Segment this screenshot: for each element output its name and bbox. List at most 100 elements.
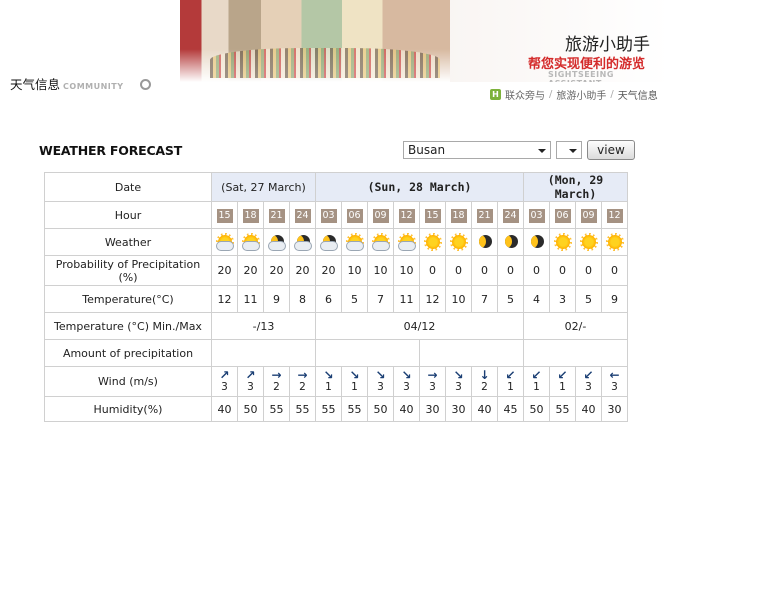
wind-direction-icon: ↘ [323, 368, 334, 382]
wind-speed: 1 [533, 381, 540, 393]
hour-cell: 09 [575, 201, 602, 229]
precip-prob-cell: 0 [419, 255, 446, 286]
page-title-sub: COMMUNITY [63, 82, 124, 91]
humidity-cell: 30 [445, 396, 472, 422]
breadcrumb-separator: / [610, 89, 614, 100]
day-header-mon: (Mon, 29 March) [523, 172, 628, 202]
wind-cell: ↙ 1 [497, 366, 524, 397]
wind-speed: 2 [299, 381, 306, 393]
weather-cell [289, 228, 316, 256]
temperature-label: Temperature(°C) [44, 285, 212, 313]
hour-cell: 15 [211, 201, 238, 229]
view-button[interactable]: view [587, 140, 635, 160]
hour-cell: 06 [341, 201, 368, 229]
minmax-sun: 04/12 [315, 312, 524, 340]
hour-badge: 06 [554, 208, 571, 223]
breadcrumb-item-2[interactable]: 旅游小助手 [556, 87, 606, 102]
hour-cell: 21 [263, 201, 290, 229]
wind-speed: 3 [377, 381, 384, 393]
weather-cell [471, 228, 498, 256]
precip-prob-cell: 20 [263, 255, 290, 286]
weather-cell [445, 228, 472, 256]
weather-cell [237, 228, 264, 256]
weather-cell [341, 228, 368, 256]
humidity-cell: 55 [341, 396, 368, 422]
precip-prob-label: Probability of Precipitation (%) [44, 255, 212, 286]
wind-direction-icon: ↙ [531, 368, 542, 382]
humidity-cell: 55 [315, 396, 342, 422]
sun-cloud-icon [345, 233, 364, 251]
precip-prob-row: Probability of Precipitation (%) 20 20 20 2… [44, 255, 628, 286]
precip-prob-cell: 10 [393, 255, 420, 286]
night-cloud-icon [293, 234, 312, 251]
sun-cloud-icon [215, 233, 234, 251]
wind-direction-icon: ↗ [219, 368, 230, 382]
temperature-cell: 7 [367, 285, 394, 313]
humidity-label: Humidity(%) [44, 396, 212, 422]
weather-cell [263, 228, 290, 256]
temperature-cell: 11 [237, 285, 264, 313]
forecast-title: WEATHER FORECAST [39, 143, 183, 158]
minmax-label: Temperature (°C) Min./Max [44, 312, 212, 340]
sun-icon [449, 233, 468, 251]
wind-speed: 2 [273, 381, 280, 393]
circle-icon [140, 79, 151, 90]
weather-cell [575, 228, 602, 256]
hour-badge: 24 [294, 208, 311, 223]
precip-prob-cell: 10 [341, 255, 368, 286]
wind-row: Wind (m/s) ↗ 3 ↗ 3 → 2 → 2 ↘ 1 ↘ 1 ↘ 3 ↘ 3 → 3 ↘ 3 ↓ 2 ↙ 1 ↙ 1 ↙ 1 ↙… [44, 366, 628, 397]
hour-cell: 18 [237, 201, 264, 229]
humidity-cell: 30 [601, 396, 628, 422]
precip-prob-cell: 0 [497, 255, 524, 286]
humidity-cell: 40 [575, 396, 602, 422]
hour-badge: 06 [346, 208, 363, 223]
day-header-sat: (Sat, 27 March) [211, 172, 316, 202]
temperature-cell: 9 [263, 285, 290, 313]
header-banner: 旅游小助手 帮您实现便利的游览 SIGHTSEEING ASSISTANT [180, 0, 670, 82]
hour-badge: 24 [502, 208, 519, 223]
wind-cell: ↙ 1 [549, 366, 576, 397]
wind-cell: ↗ 3 [237, 366, 264, 397]
humidity-cell: 50 [237, 396, 264, 422]
temperature-cell: 8 [289, 285, 316, 313]
wind-direction-icon: ↓ [479, 368, 490, 382]
wind-cell: → 2 [263, 366, 290, 397]
temperature-cell: 12 [419, 285, 446, 313]
hour-cell: 24 [289, 201, 316, 229]
moon-icon [502, 234, 520, 250]
temperature-cell: 7 [471, 285, 498, 313]
sun-icon [553, 233, 572, 251]
weather-cell [367, 228, 394, 256]
district-select[interactable] [556, 141, 582, 159]
wind-direction-icon: ↘ [349, 368, 360, 382]
humidity-cell: 30 [419, 396, 446, 422]
home-icon[interactable]: H [490, 89, 501, 100]
humidity-cell: 45 [497, 396, 524, 422]
precip-prob-cell: 0 [549, 255, 576, 286]
temperature-cell: 3 [549, 285, 576, 313]
temperature-cell: 5 [575, 285, 602, 313]
sun-icon [579, 233, 598, 251]
hour-badge: 18 [450, 208, 467, 223]
weather-cell [393, 228, 420, 256]
minmax-sat: -/13 [211, 312, 316, 340]
wind-direction-icon: ↙ [557, 368, 568, 382]
breadcrumb-item-1[interactable]: 联众旁与 [505, 87, 545, 102]
humidity-cell: 40 [471, 396, 498, 422]
temperature-cell: 10 [445, 285, 472, 313]
wind-cell: ↘ 1 [315, 366, 342, 397]
city-select[interactable]: Busan [403, 141, 551, 159]
hour-cell: 15 [419, 201, 446, 229]
wind-direction-icon: → [297, 368, 308, 382]
hour-cell: 12 [393, 201, 420, 229]
page-title-text: 天气信息 [10, 77, 61, 92]
forecast-table: Date (Sat, 27 March) (Sun, 28 March) (Mo… [44, 172, 628, 422]
weather-label: Weather [44, 228, 212, 256]
amount-sat [211, 339, 316, 367]
sun-icon [423, 233, 442, 251]
sun-cloud-icon [371, 233, 390, 251]
wind-cell: ↘ 3 [445, 366, 472, 397]
night-cloud-icon [319, 234, 338, 251]
amount-label: Amount of precipitation [44, 339, 212, 367]
moon-icon [528, 234, 546, 250]
